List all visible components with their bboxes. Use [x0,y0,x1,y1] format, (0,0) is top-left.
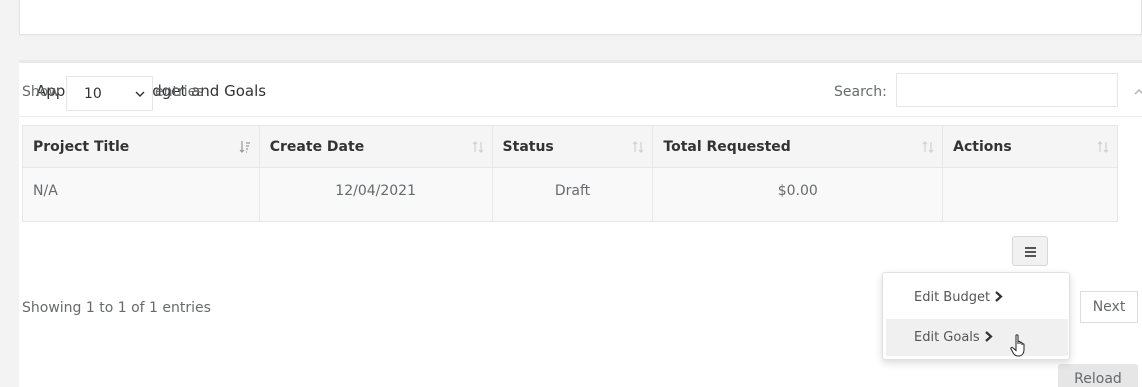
actions-dropdown-menu: Edit Budget Edit Goals [882,272,1070,360]
entries-length-select[interactable]: 10 [66,76,153,111]
sort-icon [1097,141,1109,153]
next-page-button[interactable]: Next [1080,291,1138,323]
menu-item-edit-goals[interactable]: Edit Goals [886,319,1068,356]
cell-actions [942,167,1118,222]
cell-total-requested: $0.00 [652,167,944,222]
column-header-project-title[interactable]: Project Title [22,125,260,168]
menu-item-label: Edit Goals [914,330,980,345]
column-header-label: Create Date [269,138,365,155]
sort-icon [922,141,934,153]
top-panel [19,0,1142,35]
sort-icon [632,141,644,153]
column-header-status[interactable]: Status [491,125,654,168]
column-header-create-date[interactable]: Create Date [258,125,493,168]
actions-menu-button[interactable] [1012,236,1048,266]
menu-item-label: Edit Budget [914,290,991,305]
chevron-right-icon [984,331,993,342]
length-value: 10 [84,86,102,102]
reload-button[interactable]: Reload [1058,364,1138,387]
cell-status: Draft [491,167,654,222]
hand-pointer-icon [1010,334,1025,357]
menu-item-edit-budget[interactable]: Edit Budget [886,279,1068,316]
chevron-up-icon[interactable] [1132,85,1142,99]
column-header-label: Total Requested [663,138,791,155]
panel-divider [19,116,1142,117]
chevron-right-icon [995,291,1003,302]
search-label: Search: [834,84,887,100]
cell-create-date: 12/04/2021 [258,167,493,222]
chevron-down-icon [135,91,145,97]
cell-project-title: N/A [22,167,260,222]
table-row: N/A 12/04/2021 Draft $0.00 [22,167,1118,222]
sort-icon [472,141,483,153]
column-header-label: Project Title [33,138,130,155]
table-info: Showing 1 to 1 of 1 entries [22,300,211,316]
show-label: Show [22,84,60,100]
search-input[interactable] [896,73,1118,107]
applications-table: Project Title Create Date Status Total R… [22,125,1118,222]
column-header-label: Status [502,138,554,155]
column-header-label: Actions [953,138,1012,155]
column-header-actions[interactable]: Actions [942,125,1118,168]
column-header-total-requested[interactable]: Total Requested [652,125,944,168]
sort-asc-icon [239,141,250,153]
entries-label: entries [155,84,204,100]
